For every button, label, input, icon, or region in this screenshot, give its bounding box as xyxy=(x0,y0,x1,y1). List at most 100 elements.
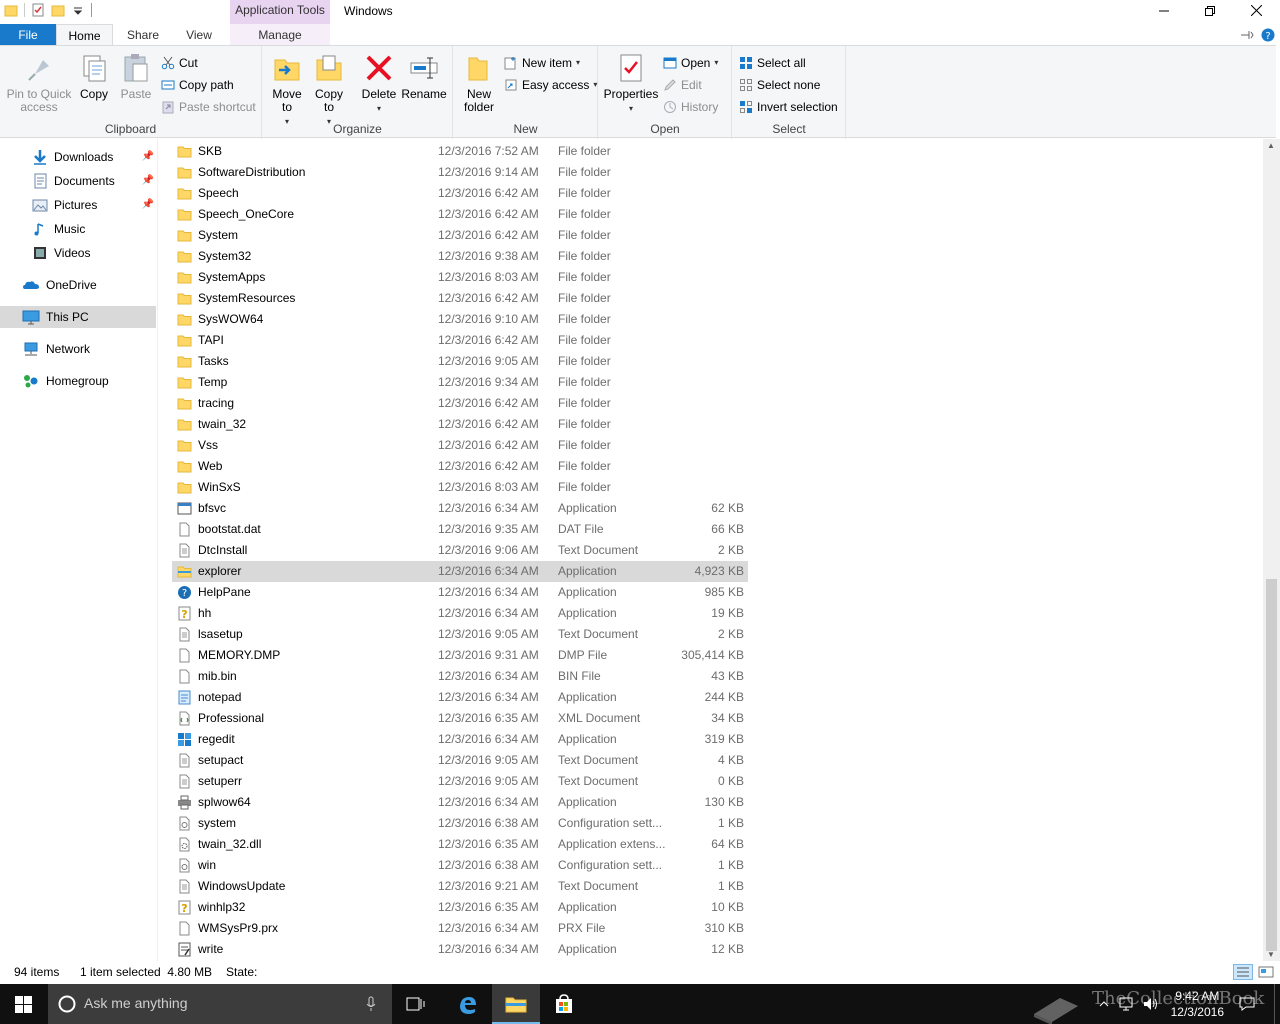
large-icons-view-icon[interactable] xyxy=(1257,964,1275,980)
table-row[interactable]: setuperr 12/3/2016 9:05 AM Text Document 0 … xyxy=(172,771,748,792)
rename-button[interactable]: Rename xyxy=(401,52,447,101)
new-item-button[interactable]: New item ▾ xyxy=(504,54,580,72)
table-row[interactable]: SysWOW64 12/3/2016 9:10 AM File folder xyxy=(172,309,748,330)
properties-icon[interactable] xyxy=(31,3,45,17)
scroll-down-icon[interactable]: ▼ xyxy=(1267,950,1275,959)
table-row[interactable]: Web 12/3/2016 6:42 AM File folder xyxy=(172,456,748,477)
table-row[interactable]: ? winhlp32 12/3/2016 6:35 AM Application 10 … xyxy=(172,897,748,918)
pin-to-quick-access-button[interactable]: Pin to Quick access xyxy=(4,52,74,114)
microphone-icon[interactable] xyxy=(366,996,376,1012)
table-row[interactable]: System 12/3/2016 6:42 AM File folder xyxy=(172,225,748,246)
file-explorer-button[interactable] xyxy=(492,984,540,1024)
table-row[interactable]: Professional 12/3/2016 6:35 AM XML Documen… xyxy=(172,708,748,729)
cut-button[interactable]: Cut xyxy=(161,54,198,72)
store-button[interactable] xyxy=(540,984,588,1024)
system-clock[interactable]: 9:42 AM 12/3/2016 xyxy=(1171,988,1224,1020)
vertical-scrollbar[interactable]: ▲ ▼ xyxy=(1263,139,1280,961)
table-row[interactable]: mib.bin 12/3/2016 6:34 AM BIN File 43 KB xyxy=(172,666,748,687)
table-row[interactable]: WinSxS 12/3/2016 8:03 AM File folder xyxy=(172,477,748,498)
table-row[interactable]: system 12/3/2016 6:38 AM Configuration set… xyxy=(172,813,748,834)
table-row[interactable]: Speech 12/3/2016 6:42 AM File folder xyxy=(172,183,748,204)
table-row[interactable]: bfsvc 12/3/2016 6:34 AM Application 62 KB xyxy=(172,498,748,519)
table-row[interactable]: SystemResources 12/3/2016 6:42 AM File fol… xyxy=(172,288,748,309)
table-row[interactable]: SKB 12/3/2016 7:52 AM File folder xyxy=(172,141,748,162)
show-hidden-icons-icon[interactable] xyxy=(1098,998,1110,1010)
copy-path-button[interactable]: Copy path xyxy=(161,76,234,94)
minimize-button[interactable] xyxy=(1141,0,1187,24)
details-view-icon[interactable] xyxy=(1233,964,1253,980)
table-row[interactable]: regedit 12/3/2016 6:34 AM Application 319 K… xyxy=(172,729,748,750)
help-icon[interactable]: ? xyxy=(1261,28,1275,42)
paste-shortcut-button[interactable]: Paste shortcut xyxy=(161,98,256,116)
table-row[interactable]: notepad 12/3/2016 6:34 AM Application 244 K… xyxy=(172,687,748,708)
minimize-ribbon-icon[interactable] xyxy=(1240,29,1254,41)
sidebar-item-documents[interactable]: Documents 📌 xyxy=(32,170,158,192)
sidebar-item-pictures[interactable]: Pictures 📌 xyxy=(32,194,158,216)
action-center-icon[interactable] xyxy=(1238,996,1256,1012)
table-row[interactable]: tracing 12/3/2016 6:42 AM File folder xyxy=(172,393,748,414)
delete-button[interactable]: Delete ▾ xyxy=(359,52,399,115)
sidebar-item-this-pc[interactable]: This PC xyxy=(0,306,156,328)
table-row[interactable]: SystemApps 12/3/2016 8:03 AM File folder xyxy=(172,267,748,288)
sidebar-item-downloads[interactable]: Downloads 📌 xyxy=(32,146,158,168)
edit-button[interactable]: Edit xyxy=(663,76,702,94)
paste-button[interactable]: Paste xyxy=(116,52,156,101)
properties-button[interactable]: Properties ▾ xyxy=(603,52,659,115)
scrollbar-thumb[interactable] xyxy=(1266,579,1277,951)
history-button[interactable]: History xyxy=(663,98,718,116)
table-row[interactable]: win 12/3/2016 6:38 AM Configuration sett..… xyxy=(172,855,748,876)
table-row[interactable]: twain_32.dll 12/3/2016 6:35 AM Application… xyxy=(172,834,748,855)
table-row[interactable]: Temp 12/3/2016 9:34 AM File folder xyxy=(172,372,748,393)
show-desktop-button[interactable] xyxy=(1274,984,1280,1024)
cortana-search-box[interactable]: Ask me anything xyxy=(48,984,392,1024)
new-folder-icon[interactable] xyxy=(51,3,65,17)
copy-to-button[interactable]: Copy to ▾ xyxy=(309,52,349,128)
edge-button[interactable] xyxy=(444,984,492,1024)
sidebar-item-onedrive[interactable]: OneDrive xyxy=(22,274,158,296)
network-tray-icon[interactable] xyxy=(1118,996,1136,1012)
select-all-button[interactable]: Select all xyxy=(739,54,806,72)
close-button[interactable] xyxy=(1233,0,1279,24)
table-row[interactable]: SoftwareDistribution 12/3/2016 9:14 AM Fil… xyxy=(172,162,748,183)
open-button[interactable]: Open ▾ xyxy=(663,54,718,72)
task-view-button[interactable] xyxy=(392,984,440,1024)
invert-selection-button[interactable]: Invert selection xyxy=(739,98,838,116)
sidebar-item-network[interactable]: Network xyxy=(22,338,158,360)
copy-button[interactable]: Copy xyxy=(74,52,114,101)
sidebar-item-music[interactable]: Music xyxy=(32,218,158,240)
tab-view[interactable]: View xyxy=(172,24,226,46)
volume-icon[interactable] xyxy=(1142,996,1160,1012)
select-none-button[interactable]: Select none xyxy=(739,76,820,94)
tab-share[interactable]: Share xyxy=(116,24,170,46)
table-row[interactable]: explorer 12/3/2016 6:34 AM Application 4,92… xyxy=(172,561,748,582)
tab-home[interactable]: Home xyxy=(56,24,113,47)
table-row[interactable]: ? HelpPane 12/3/2016 6:34 AM Application 985… xyxy=(172,582,748,603)
sidebar-item-homegroup[interactable]: Homegroup xyxy=(22,370,158,392)
new-folder-button[interactable]: New folder xyxy=(458,52,500,114)
pin-icon[interactable]: 📌 xyxy=(142,170,154,192)
pin-icon[interactable]: 📌 xyxy=(142,146,154,168)
table-row[interactable]: twain_32 12/3/2016 6:42 AM File folder xyxy=(172,414,748,435)
pane-divider[interactable] xyxy=(157,139,158,961)
sidebar-item-videos[interactable]: Videos xyxy=(32,242,158,264)
tab-manage[interactable]: Manage xyxy=(230,24,330,46)
table-row[interactable]: WindowsUpdate 12/3/2016 9:21 AM Text Docum… xyxy=(172,876,748,897)
maximize-button[interactable] xyxy=(1187,0,1233,24)
table-row[interactable]: TAPI 12/3/2016 6:42 AM File folder xyxy=(172,330,748,351)
easy-access-button[interactable]: Easy access ▾ xyxy=(504,76,597,94)
table-row[interactable]: Vss 12/3/2016 6:42 AM File folder xyxy=(172,435,748,456)
tab-file[interactable]: File xyxy=(0,24,56,46)
table-row[interactable]: lsasetup 12/3/2016 9:05 AM Text Document 2 … xyxy=(172,624,748,645)
table-row[interactable]: write 12/3/2016 6:34 AM Application 12 KB xyxy=(172,939,748,960)
table-row[interactable]: splwow64 12/3/2016 6:34 AM Application 130 … xyxy=(172,792,748,813)
table-row[interactable]: ? hh 12/3/2016 6:34 AM Application 19 KB xyxy=(172,603,748,624)
table-row[interactable]: MEMORY.DMP 12/3/2016 9:31 AM DMP File 305,4… xyxy=(172,645,748,666)
folder-icon[interactable] xyxy=(4,3,18,17)
table-row[interactable]: WMSysPr9.prx 12/3/2016 6:34 AM PRX File 310… xyxy=(172,918,748,939)
table-row[interactable]: Speech_OneCore 12/3/2016 6:42 AM File fold… xyxy=(172,204,748,225)
table-row[interactable]: Tasks 12/3/2016 9:05 AM File folder xyxy=(172,351,748,372)
table-row[interactable]: System32 12/3/2016 9:38 AM File folder xyxy=(172,246,748,267)
table-row[interactable]: setupact 12/3/2016 9:05 AM Text Document 4 … xyxy=(172,750,748,771)
table-row[interactable]: bootstat.dat 12/3/2016 9:35 AM DAT File 66 … xyxy=(172,519,748,540)
start-button[interactable] xyxy=(0,984,48,1024)
